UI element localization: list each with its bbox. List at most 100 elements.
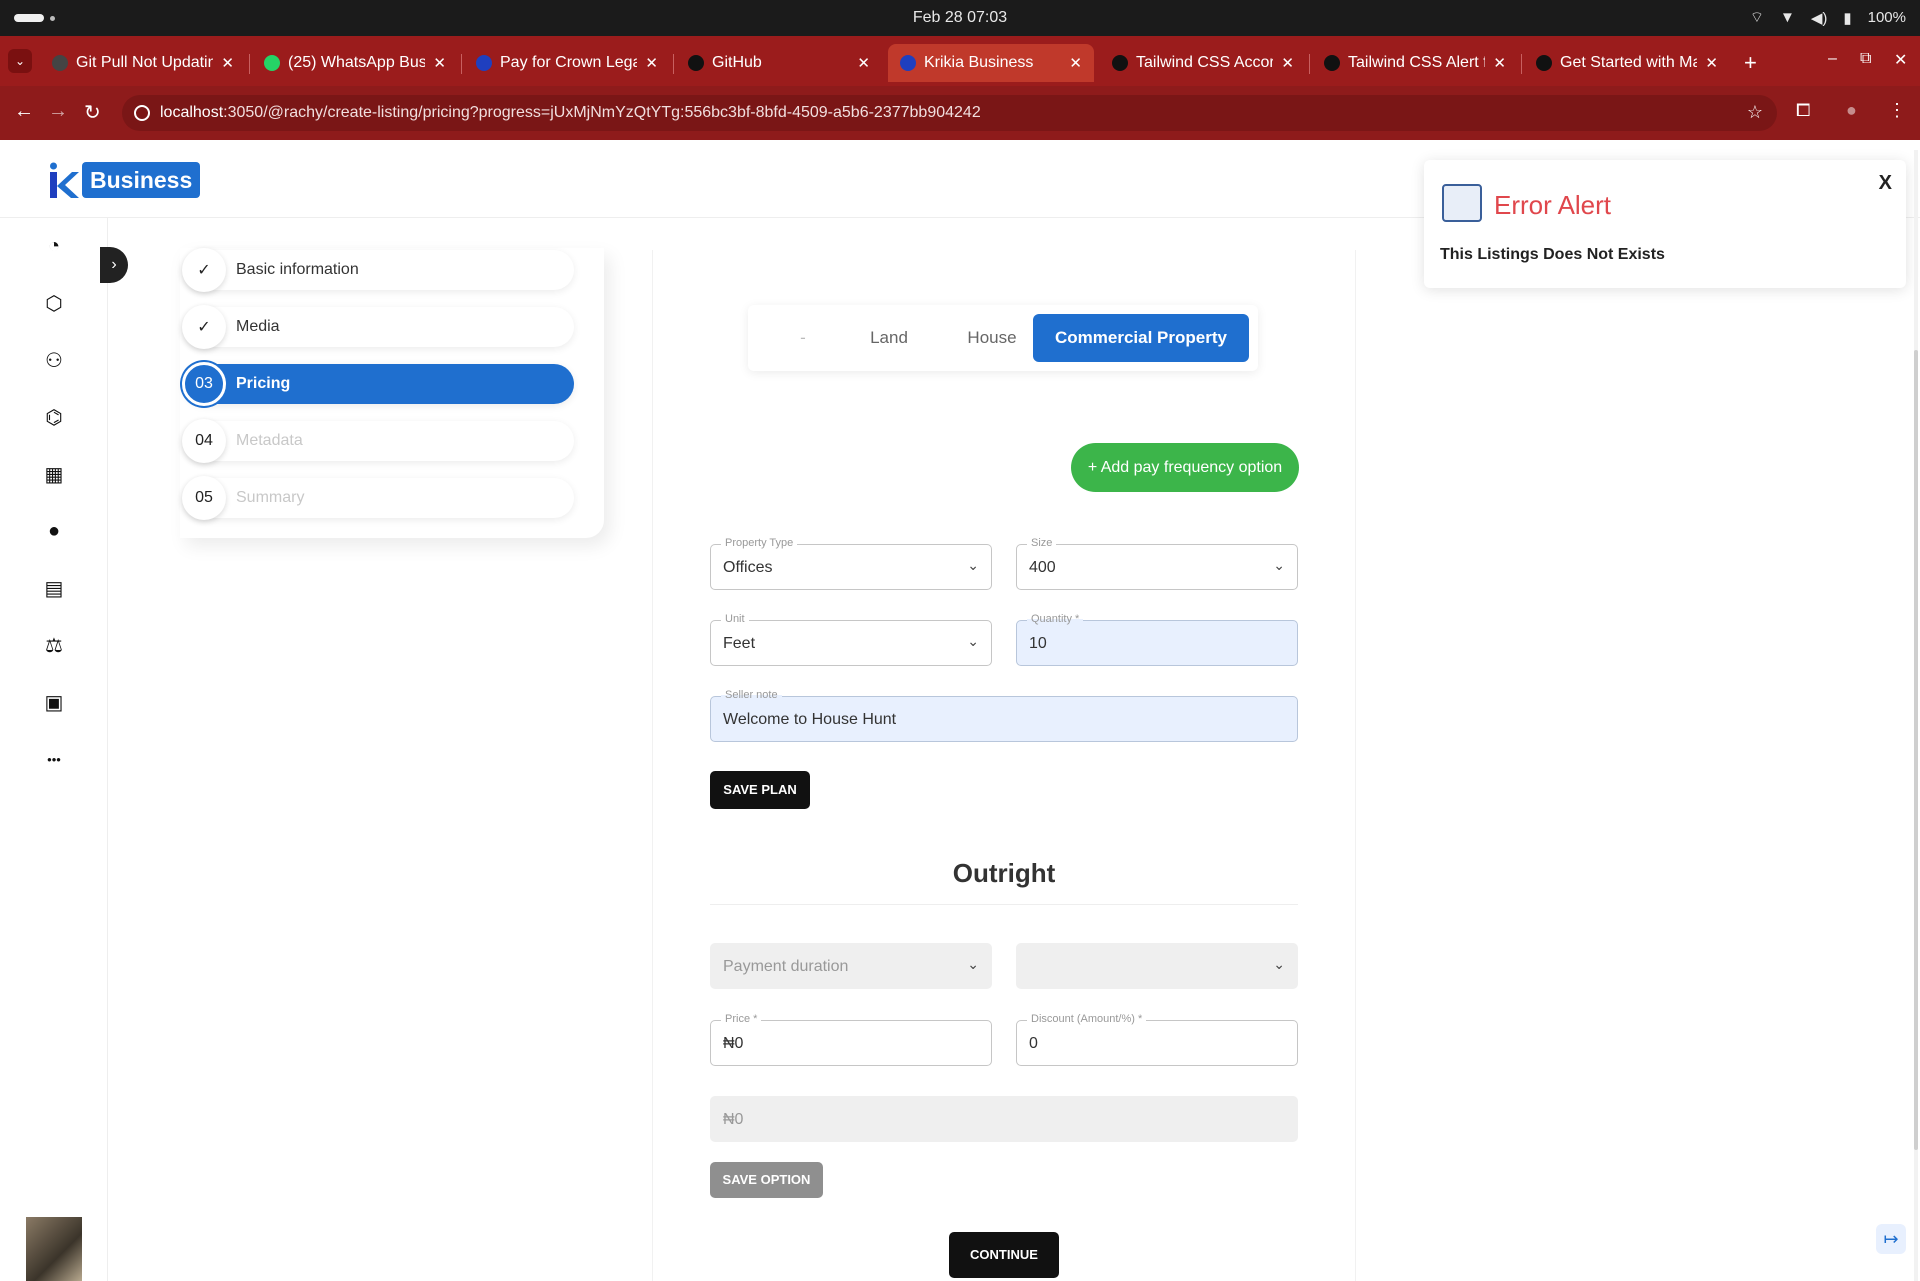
logout-icon[interactable]: ↦ [1876,1224,1906,1254]
property-type-value: Offices [723,559,773,576]
chevron-down-icon: ⌄ [967,633,979,649]
tab-close-icon[interactable]: ✕ [1281,54,1294,72]
seller-note-label: Seller note [721,689,782,701]
os-top-bar: Feb 28 07:03 ⌔ ▼ ◀) ▮ 100% [0,0,1920,36]
tab-title: Tailwind CSS Accordi [1136,54,1274,71]
step-metadata[interactable]: 04 Metadata [182,419,574,463]
property-category-tabs: - Land House Commercial Property [748,305,1258,371]
tab-close-icon[interactable]: ✕ [645,54,658,72]
payment-duration-placeholder: Payment duration [723,958,849,975]
browser-tab[interactable]: Get Started with Mat ✕ [1524,44,1730,82]
browser-tab[interactable]: GitHub ✕ [676,44,882,82]
step-number-badge: 03 [182,362,226,406]
brand-wordmark[interactable]: Business [82,162,201,198]
browser-tab[interactable]: Krikia Business ✕ [888,44,1094,82]
browser-tab[interactable]: Pay for Crown Legacy ✕ [464,44,670,82]
documents-icon[interactable]: ▣ [40,688,68,716]
seller-note-input[interactable]: Seller note Welcome to House Hunt [710,689,1298,742]
avatar[interactable] [26,1217,82,1281]
network-icon: ⌔ [1749,9,1764,26]
tab-favicon-icon [264,55,280,71]
address-bar[interactable]: localhost:3050/@rachy/create-listing/pri… [122,95,1777,131]
check-icon: ✓ [182,248,226,292]
step-label: Pricing [236,375,291,392]
step-number-badge: 04 [182,419,226,463]
chevron-down-icon: ⌄ [967,557,979,573]
add-pay-frequency-button[interactable]: + Add pay frequency option [1071,443,1299,492]
extensions-icon[interactable]: ⧠ [1796,100,1810,121]
tab-commercial-property[interactable]: Commercial Property [1033,314,1249,362]
circle-icon[interactable]: ● [40,517,68,545]
forward-arrow-icon[interactable]: → [48,100,68,123]
duration-period-select[interactable]: ⌄ [1016,943,1298,989]
left-sidebar: ◔ ⬡ ⚇ ⌬ ▦ ● ▤ ⚖ ▣ ••• [0,218,108,1281]
step-media[interactable]: ✓ Media [182,305,574,349]
continue-button[interactable]: CONTINUE [949,1232,1059,1278]
system-tray[interactable]: ⌔ ▼ ◀) ▮ 100% [1750,8,1906,27]
step-pricing[interactable]: 03 Pricing [182,362,574,406]
volume-icon: ◀) [1810,9,1828,27]
close-alert-button[interactable]: X [1879,172,1892,195]
tab-house[interactable]: House [944,314,1040,362]
step-label: Media [236,318,280,335]
unit-select[interactable]: Unit Feet ⌄ [710,613,992,666]
tab-list-chevron-icon[interactable]: ⌄ [8,49,32,73]
error-alert-message: This Listings Does Not Exists [1440,246,1665,263]
error-alert-toast: Error Alert This Listings Does Not Exist… [1424,160,1906,288]
back-arrow-icon[interactable]: ← [14,100,34,123]
tab-close-icon[interactable]: ✕ [1069,54,1082,72]
reload-icon[interactable]: ↻ [84,100,101,125]
network-icon[interactable]: ⌬ [40,403,68,431]
battery-level: 100% [1867,9,1906,26]
tab-title: Krikia Business [924,54,1034,71]
step-summary[interactable]: 05 Summary [182,476,574,520]
tab-close-icon[interactable]: ✕ [433,54,446,72]
building-icon[interactable]: ▦ [40,460,68,488]
minimize-icon[interactable]: – [1828,50,1837,68]
scrollbar-thumb[interactable] [1914,350,1918,1150]
sidebar-expand-chevron-icon[interactable]: › [100,247,128,283]
save-option-button[interactable]: SAVE OPTION [710,1162,823,1198]
price-label: Price * [721,1013,762,1025]
property-type-select[interactable]: Property Type Offices ⌄ [710,537,992,590]
krikia-logo-icon[interactable] [46,162,80,198]
browser-tab[interactable]: Tailwind CSS Alert fo ✕ [1312,44,1518,82]
calendar-icon[interactable]: ▤ [40,574,68,602]
clock[interactable]: Feb 28 07:03 [0,9,1920,27]
step-basic-information[interactable]: ✓ Basic information [182,248,574,292]
chevron-down-icon: ⌄ [1273,557,1285,573]
tab-land[interactable]: Land [844,314,934,362]
payment-duration-select[interactable]: Payment duration ⌄ [710,943,992,989]
restore-icon[interactable]: ⧉ [1860,50,1871,68]
price-input[interactable]: Price * ₦0 [710,1013,992,1066]
profile-icon[interactable]: ● [1846,100,1857,121]
quantity-input[interactable]: Quantity * 10 [1016,613,1298,666]
users-icon[interactable]: ⚇ [40,346,68,374]
site-info-icon[interactable] [134,105,150,121]
total-price-field: ₦0 [710,1096,1298,1142]
org-chart-icon[interactable]: ⚖ [40,631,68,659]
browser-menu-icon[interactable]: ⋮ [1888,100,1906,121]
new-tab-button[interactable]: + [1744,50,1757,76]
tab-separator [249,54,250,74]
browser-tab[interactable]: Git Pull Not Updating ✕ [40,44,246,82]
save-plan-button[interactable]: SAVE PLAN [710,771,810,809]
window-close-icon[interactable]: ✕ [1894,50,1907,70]
browser-toolbar: ← → ↻ localhost:3050/@rachy/create-listi… [0,86,1920,140]
tab-close-icon[interactable]: ✕ [1705,54,1718,72]
size-select[interactable]: Size 400 ⌄ [1016,537,1298,590]
browser-tab[interactable]: Tailwind CSS Accordi ✕ [1100,44,1306,82]
tab-close-icon[interactable]: ✕ [221,54,234,72]
discount-input[interactable]: Discount (Amount/%) * 0 [1016,1013,1298,1066]
more-icon[interactable]: ••• [40,745,68,773]
tab-close-icon[interactable]: ✕ [857,54,870,72]
tab-close-icon[interactable]: ✕ [1493,54,1506,72]
dashboard-icon[interactable]: ◔ [40,232,68,260]
package-icon[interactable]: ⬡ [40,289,68,317]
property-type-label: Property Type [721,537,798,549]
browser-tab[interactable]: (25) WhatsApp Busin ✕ [252,44,458,82]
tab-blank[interactable]: - [768,314,838,362]
discount-label: Discount (Amount/%) * [1027,1013,1147,1025]
bookmark-star-icon[interactable]: ☆ [1747,102,1763,123]
step-label: Basic information [236,261,359,278]
